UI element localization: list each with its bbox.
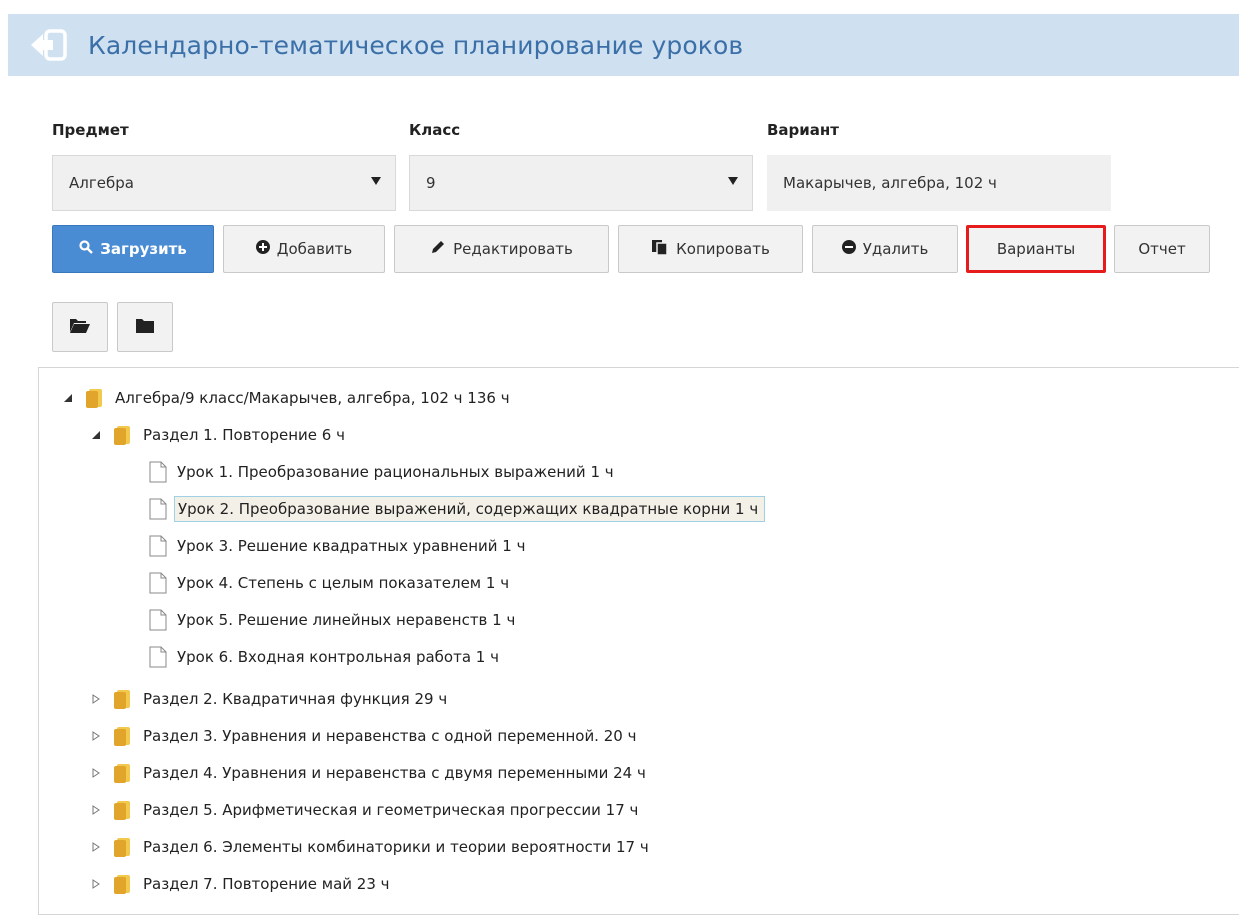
delete-button-label: Удалить (862, 240, 929, 258)
tree-node-label: Раздел 5. Арифметическая и геометрическа… (143, 801, 639, 819)
tree-node-lesson[interactable]: Урок 5. Решение линейных неравенств 1 ч (149, 605, 515, 635)
variants-button-label: Варианты (996, 240, 1076, 258)
page-header: Календарно-тематическое планирование уро… (8, 14, 1239, 76)
plus-circle-icon (255, 240, 270, 258)
tree-node-lesson[interactable]: Урок 6. Входная контрольная работа 1 ч (149, 642, 499, 672)
tree-node-label: Раздел 4. Уравнения и неравенства с двум… (143, 764, 646, 782)
tree-node-label: Алгебра/9 класс/Макарычев, алгебра, 102 … (115, 389, 510, 407)
folder-icon (113, 837, 133, 857)
tree-node-section[interactable]: Раздел 2. Квадратичная функция 29 ч (89, 684, 447, 714)
tree-node-lesson[interactable]: Урок 3. Решение квадратных уравнений 1 ч (149, 531, 525, 561)
tree-node-section[interactable]: Раздел 4. Уравнения и неравенства с двум… (89, 758, 646, 788)
tree-node-label: Урок 6. Входная контрольная работа 1 ч (177, 648, 499, 666)
add-button[interactable]: Добавить (223, 225, 385, 273)
document-icon (149, 461, 167, 483)
variant-value: Макарычев, алгебра, 102 ч (783, 174, 997, 192)
tree-node-lesson[interactable]: Урок 4. Степень с целым показателем 1 ч (149, 568, 509, 598)
tree-node-lesson-selected[interactable]: Урок 2. Преобразование выражений, содерж… (149, 494, 766, 524)
copy-button[interactable]: Копировать (618, 225, 803, 273)
tree-node-section[interactable]: Раздел 7. Повторение май 23 ч (89, 869, 390, 899)
collapsed-triangle-icon[interactable] (89, 840, 103, 854)
document-icon (149, 498, 167, 520)
expanded-triangle-icon[interactable] (89, 428, 103, 442)
expand-all-button[interactable] (52, 302, 108, 352)
tree-node-label: Урок 3. Решение квадратных уравнений 1 ч (177, 537, 526, 555)
document-icon (149, 572, 167, 594)
folder-icon (113, 689, 133, 709)
collapsed-triangle-icon[interactable] (89, 729, 103, 743)
collapsed-triangle-icon[interactable] (89, 803, 103, 817)
tree-node-section[interactable]: Раздел 6. Элементы комбинаторики и теори… (89, 832, 649, 862)
tree-node-section[interactable]: Раздел 1. Повторение 6 ч (89, 420, 345, 450)
pencil-icon (430, 239, 446, 259)
search-icon (79, 240, 94, 258)
minus-circle-icon (841, 240, 856, 258)
variant-field: Макарычев, алгебра, 102 ч (767, 155, 1111, 211)
expanded-triangle-icon[interactable] (61, 391, 75, 405)
tree-node-label: Раздел 6. Элементы комбинаторики и теори… (143, 838, 649, 856)
collapse-all-button[interactable] (117, 302, 173, 352)
folder-open-icon (70, 317, 90, 337)
collapsed-triangle-icon[interactable] (89, 692, 103, 706)
variant-label: Вариант (767, 121, 839, 139)
tree-node-label: Урок 5. Решение линейных неравенств 1 ч (177, 611, 516, 629)
document-icon (149, 646, 167, 668)
tree-node-label: Раздел 3. Уравнения и неравенства с одно… (143, 727, 637, 745)
edit-button-label: Редактировать (453, 240, 573, 258)
tree-node-section[interactable]: Раздел 5. Арифметическая и геометрическа… (89, 795, 638, 825)
document-icon (149, 609, 167, 631)
tree-node-label: Урок 4. Степень с целым показателем 1 ч (177, 574, 510, 592)
add-button-label: Добавить (276, 240, 353, 258)
tree-node-label: Раздел 2. Квадратичная функция 29 ч (143, 690, 448, 708)
tree-node-lesson[interactable]: Урок 1. Преобразование рациональных выра… (149, 457, 614, 487)
subject-select[interactable]: Алгебра (52, 155, 396, 211)
exit-arrow-icon[interactable] (20, 14, 78, 76)
tree-node-label: Урок 2. Преобразование выражений, содерж… (174, 496, 766, 522)
variants-button[interactable]: Варианты (966, 225, 1106, 273)
edit-button[interactable]: Редактировать (394, 225, 609, 273)
tree-node-label: Раздел 1. Повторение 6 ч (143, 426, 345, 444)
document-icon (149, 535, 167, 557)
folder-icon (113, 726, 133, 746)
chevron-down-icon (371, 177, 381, 185)
load-button-label: Загрузить (100, 240, 187, 258)
folder-closed-icon (136, 317, 154, 337)
load-button[interactable]: Загрузить (52, 225, 214, 273)
subject-select-value: Алгебра (69, 174, 134, 192)
copy-button-label: Копировать (676, 240, 770, 258)
tree-node-label: Урок 1. Преобразование рациональных выра… (177, 463, 614, 481)
subject-label: Предмет (52, 121, 129, 139)
folder-icon (113, 874, 133, 894)
lesson-tree: Алгебра/9 класс/Макарычев, алгебра, 102 … (38, 367, 1239, 915)
tree-node-section[interactable]: Раздел 3. Уравнения и неравенства с одно… (89, 721, 636, 751)
collapsed-triangle-icon[interactable] (89, 766, 103, 780)
report-button-label: Отчет (1138, 240, 1186, 258)
folder-icon (113, 425, 133, 445)
folder-icon (113, 800, 133, 820)
class-select[interactable]: 9 (409, 155, 753, 211)
collapsed-triangle-icon[interactable] (89, 877, 103, 891)
chevron-down-icon (728, 177, 738, 185)
tree-node-root[interactable]: Алгебра/9 класс/Макарычев, алгебра, 102 … (61, 383, 510, 413)
class-label: Класс (409, 121, 461, 139)
page-title: Календарно-тематическое планирование уро… (88, 30, 744, 60)
class-select-value: 9 (426, 174, 436, 192)
folder-icon (85, 388, 105, 408)
report-button[interactable]: Отчет (1114, 225, 1210, 273)
copy-icon (651, 239, 669, 259)
tree-node-label: Раздел 7. Повторение май 23 ч (143, 875, 390, 893)
folder-icon (113, 763, 133, 783)
delete-button[interactable]: Удалить (812, 225, 958, 273)
